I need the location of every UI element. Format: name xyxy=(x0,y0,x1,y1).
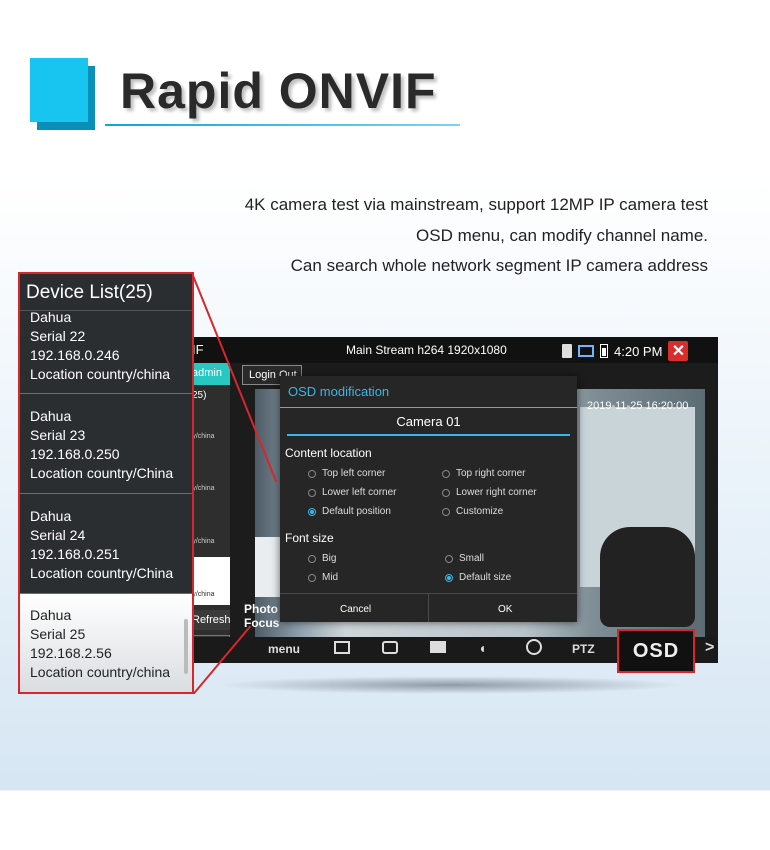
feature-line-3: Can search whole network segment IP came… xyxy=(290,256,708,275)
video-timestamp: 2019-11-25 16:20:00 xyxy=(587,400,689,412)
option-label: Default size xyxy=(459,572,512,583)
radio-top-right[interactable]: Top right corner xyxy=(442,468,525,479)
radio-icon xyxy=(445,554,453,563)
refresh-button[interactable]: Refresh xyxy=(190,610,231,630)
radio-lower-right[interactable]: Lower right corner xyxy=(442,487,537,498)
more-button[interactable]: > xyxy=(705,639,714,657)
video-scene-chair xyxy=(600,527,695,627)
device-ip: 192.168.2.56 xyxy=(30,645,112,661)
status-icons: 4:20 PM ✕ xyxy=(562,341,689,361)
device-brand: Dahua xyxy=(30,408,72,424)
device-ip: 192.168.0.251 xyxy=(30,546,120,562)
entry-divider xyxy=(20,393,192,394)
option-label: Top left corner xyxy=(322,468,386,479)
device-list-title: Device List(25) xyxy=(26,282,153,303)
device-serial: Serial 25 xyxy=(30,626,86,642)
network-icon xyxy=(578,345,594,357)
option-label: Default position xyxy=(322,506,391,517)
scrollbar[interactable] xyxy=(184,619,188,674)
logo-square-front xyxy=(30,58,88,122)
radio-checked-icon xyxy=(445,573,453,582)
device-shadow xyxy=(215,676,685,694)
device-brand: Dahua xyxy=(30,309,72,325)
device-serial: Serial 22 xyxy=(30,328,86,344)
menu-button[interactable]: menu xyxy=(268,642,300,656)
device-location: Location country/china xyxy=(30,366,171,382)
option-label: Customize xyxy=(456,506,504,517)
video-icon[interactable] xyxy=(430,641,446,653)
device-ip: 192.168.0.246 xyxy=(30,347,120,363)
ptz-button[interactable]: PTZ xyxy=(572,642,595,656)
device-entry[interactable]: Dahua Serial 23 192.168.0.250 Location c… xyxy=(20,407,192,507)
device-entry[interactable]: Dahua Serial 24 192.168.0.251 Location c… xyxy=(20,507,192,607)
radio-big[interactable]: Big xyxy=(308,553,336,564)
device-brand: Dahua xyxy=(30,607,72,623)
dialog-button-separator xyxy=(428,594,429,622)
entry-divider xyxy=(20,493,192,494)
camera-icon[interactable] xyxy=(382,641,398,654)
device-location: Location country/China xyxy=(30,565,174,581)
radio-mid[interactable]: Mid xyxy=(308,572,338,583)
sd-card-icon xyxy=(562,344,572,358)
radio-small[interactable]: Small xyxy=(445,553,484,564)
radio-top-left[interactable]: Top left corner xyxy=(308,468,385,479)
refresh-label: Refresh xyxy=(192,614,231,626)
osd-title-divider xyxy=(280,407,577,408)
mute-icon[interactable]: ◖ xyxy=(478,640,486,656)
device-list-panel: Device List(25) Dahua Serial 22 192.168.… xyxy=(18,272,194,694)
radio-icon xyxy=(442,469,450,478)
radio-customize[interactable]: Customize xyxy=(442,506,503,517)
device-location: Location country/china xyxy=(30,664,171,680)
radio-icon xyxy=(308,488,316,497)
osd-dialog-title: OSD modification xyxy=(288,384,390,399)
radio-icon xyxy=(442,488,450,497)
ok-button[interactable]: OK xyxy=(498,604,512,615)
close-button[interactable]: ✕ xyxy=(668,341,689,361)
radio-checked-icon xyxy=(308,507,316,516)
radio-default-position[interactable]: Default position xyxy=(308,506,391,517)
image-icon[interactable] xyxy=(334,641,350,654)
cancel-button[interactable]: Cancel xyxy=(340,604,371,615)
list-item-selected[interactable]: ry/china xyxy=(190,557,230,605)
device-entry-selected[interactable]: Dahua Serial 25 192.168.2.56 Location co… xyxy=(20,594,192,692)
device-count-stub: 25) xyxy=(192,390,207,401)
radio-icon xyxy=(308,469,316,478)
video-overlay-line: Photo xyxy=(244,602,278,616)
status-bar: IF Main Stream h264 1920x1080 4:20 PM ✕ xyxy=(190,337,718,363)
device-ip: 192.168.0.250 xyxy=(30,446,120,462)
option-label: Lower right corner xyxy=(456,487,537,498)
option-label: Top right corner xyxy=(456,468,526,479)
admin-tab-label: admin xyxy=(192,367,222,379)
radio-icon xyxy=(308,554,316,563)
feature-line-1: 4K camera test via mainstream, support 1… xyxy=(244,195,708,214)
option-label: Small xyxy=(459,553,485,564)
osd-dialog: OSD modification Camera 01 Content locat… xyxy=(280,376,577,622)
radio-icon xyxy=(308,573,316,582)
title-underline xyxy=(105,124,460,126)
clock-text: 4:20 PM xyxy=(614,343,663,359)
osd-button[interactable]: OSD xyxy=(617,629,695,673)
font-size-label: Font size xyxy=(285,531,334,545)
side-device-list: ry/china ry/china ry/china ry/china xyxy=(190,405,230,605)
battery-icon xyxy=(600,344,608,358)
page-title: Rapid ONVIF xyxy=(120,63,437,119)
option-label: Big xyxy=(322,553,337,564)
device-serial: Serial 24 xyxy=(30,527,86,543)
stream-info: Main Stream h264 1920x1080 xyxy=(346,343,507,357)
option-label: Mid xyxy=(322,572,339,583)
radio-icon xyxy=(442,507,450,516)
feature-line-2: OSD menu, can modify channel name. xyxy=(416,226,708,245)
device-brand: Dahua xyxy=(30,508,72,524)
admin-tab[interactable]: admin xyxy=(190,363,230,385)
device-serial: Serial 23 xyxy=(30,427,86,443)
option-label: Lower left corner xyxy=(322,487,397,498)
channel-name-input[interactable]: Camera 01 xyxy=(287,414,570,436)
play-icon[interactable] xyxy=(526,639,542,655)
content-location-label: Content location xyxy=(285,446,372,460)
device-location: Location country/China xyxy=(30,465,174,481)
radio-lower-left[interactable]: Lower left corner xyxy=(308,487,396,498)
radio-default-size[interactable]: Default size xyxy=(445,572,511,583)
